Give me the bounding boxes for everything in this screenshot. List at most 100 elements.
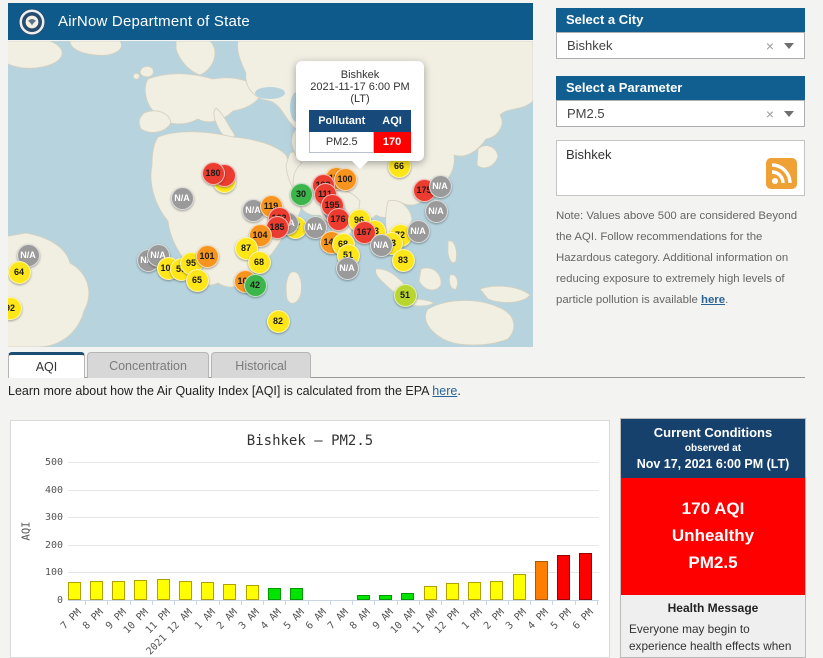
tab-historical-label: Historical [235, 358, 287, 373]
map-aqi-marker[interactable]: 180 [201, 161, 225, 185]
map-aqi-marker[interactable]: 42 [243, 273, 267, 297]
chart-bar-10-am[interactable] [401, 593, 415, 600]
map-aqi-marker[interactable]: 100 [333, 167, 357, 191]
city-select-label: Select a City [556, 8, 805, 32]
x-axis-tick [174, 601, 176, 605]
current-conditions-title: Current Conditions [653, 425, 773, 440]
chart-bar-1-pm[interactable] [468, 582, 482, 600]
map-aqi-marker[interactable]: 68 [247, 250, 271, 274]
note-suffix: . [725, 294, 729, 307]
chart-bar-3-am[interactable] [245, 585, 259, 600]
y-axis-tick-label: 400 [44, 484, 63, 496]
world-map[interactable]: 53180N/AN/A6492N/AN/A107599510165N/A1195… [8, 41, 533, 347]
tab-concentration-label: Concentration [109, 358, 187, 373]
rss-feed-box: Bishkek [556, 140, 805, 196]
chart-bar-7-pm[interactable] [67, 582, 81, 600]
map-aqi-marker[interactable]: 64 [8, 260, 31, 284]
map-aqi-marker[interactable]: 30 [289, 182, 313, 206]
city-clear-icon[interactable]: × [756, 38, 784, 54]
parameter-select-dropdown[interactable]: PM2.5 × [556, 100, 805, 127]
chart-bar-6-pm[interactable] [579, 553, 593, 600]
chart-bar-11-pm[interactable] [156, 579, 170, 600]
popup-col-pollutant: Pollutant [309, 110, 375, 132]
chart-bar-9-pm[interactable] [112, 580, 126, 600]
chart-bar-12-pm[interactable] [445, 582, 459, 600]
map-popup: Bishkek 2021-11-17 6:00 PM (LT) Pollutan… [296, 61, 424, 169]
popup-pollutant-value: PM2.5 [309, 131, 375, 153]
gridline [68, 517, 599, 519]
y-axis-tick-label: 300 [44, 512, 63, 524]
x-axis-tick [530, 601, 532, 605]
x-axis-tick [263, 601, 265, 605]
x-axis-tick [396, 601, 398, 605]
x-axis-tick [196, 601, 198, 605]
learn-more-link[interactable]: here [432, 384, 457, 398]
x-axis-tick [307, 601, 309, 605]
chart-bar-5-am[interactable] [290, 588, 304, 600]
map-aqi-marker[interactable]: N/A [428, 174, 452, 198]
chart-bar-8-pm[interactable] [89, 580, 103, 600]
map-aqi-marker[interactable]: 82 [266, 309, 290, 333]
aqi-status-block: 170 AQI Unhealthy PM2.5 [621, 478, 805, 595]
health-message-block: Health Message Everyone may begin to exp… [621, 595, 805, 658]
map-aqi-marker[interactable]: 101 [195, 244, 219, 268]
x-axis-tick [107, 601, 109, 605]
chart-bar-2-am[interactable] [223, 583, 237, 600]
x-axis-tick [441, 601, 443, 605]
chart-title: Bishkek – PM2.5 [246, 433, 374, 449]
learn-more-prefix: Learn more about how the Air Quality Ind… [8, 384, 433, 398]
gridline [68, 489, 599, 491]
map-aqi-marker[interactable]: N/A [335, 256, 359, 280]
rss-icon[interactable] [766, 158, 797, 189]
map-aqi-marker[interactable]: 51 [393, 283, 417, 307]
x-axis-tick [485, 601, 487, 605]
note-text: Note: Values above 500 are considered Be… [556, 206, 808, 311]
chart-bar-3-pm[interactable] [512, 573, 526, 600]
parameter-clear-icon[interactable]: × [756, 106, 784, 122]
note-link[interactable]: here [701, 294, 725, 306]
city-select-widget: Select a City Bishkek × [556, 8, 805, 59]
map-aqi-marker[interactable]: 65 [185, 268, 209, 292]
tab-aqi[interactable]: AQI [8, 352, 85, 378]
rss-city-label: Bishkek [566, 147, 612, 162]
x-axis-tick [463, 601, 465, 605]
x-axis-tick [218, 601, 220, 605]
page: AirNow Department of State 180 N/A N/A 6… [0, 0, 823, 658]
x-axis-tick [129, 601, 131, 605]
tab-historical[interactable]: Historical [211, 352, 311, 378]
chart-bar-4-pm[interactable] [534, 560, 548, 600]
city-select-dropdown[interactable]: Bishkek × [556, 32, 805, 59]
x-axis-tick [329, 601, 331, 605]
map-aqi-marker[interactable]: N/A [406, 219, 430, 243]
tab-concentration[interactable]: Concentration [87, 352, 209, 378]
chart-bar-nov-17-2021-12-am[interactable] [178, 580, 192, 600]
chart-bar-1-am[interactable] [201, 582, 215, 600]
parameter-chevron-down-icon[interactable] [784, 110, 794, 117]
map-aqi-marker[interactable]: 83 [391, 248, 415, 272]
chart-bar-11-am[interactable] [423, 585, 437, 600]
aqi-chart: Bishkek – PM2.5 AQI 0 100 200 300 400 500 7 P… [10, 420, 610, 658]
popup-timezone: (LT) [350, 93, 370, 105]
map-aqi-marker[interactable]: N/A [369, 233, 393, 257]
current-conditions-panel: Current Conditions observed at Nov 17, 2… [620, 418, 806, 658]
learn-more-suffix: . [457, 384, 461, 398]
map-aqi-marker[interactable]: N/A [170, 186, 194, 210]
gridline [68, 544, 599, 546]
city-chevron-down-icon[interactable] [784, 42, 794, 49]
x-axis-tick [151, 601, 153, 605]
y-axis-tick-label: 500 [44, 457, 63, 468]
observed-at-value: Nov 17, 2021 6:00 PM (LT) [636, 457, 790, 471]
chart-bar-10-pm[interactable] [134, 579, 148, 600]
parameter-select-label: Select a Parameter [556, 76, 805, 100]
x-axis-tick [596, 601, 598, 605]
chart-bar-4-am[interactable] [267, 588, 281, 600]
x-axis-tick [85, 601, 86, 605]
chart-bar-2-pm[interactable] [490, 580, 504, 600]
tab-aqi-label: AQI [35, 359, 58, 374]
chart-bar-5-pm[interactable] [557, 554, 571, 600]
gridline [68, 462, 599, 463]
map-aqi-marker[interactable]: N/A [424, 199, 448, 223]
map-aqi-marker[interactable]: 176 [326, 207, 350, 231]
popup-col-aqi: AQI [373, 110, 411, 132]
popup-pointer [352, 161, 368, 169]
